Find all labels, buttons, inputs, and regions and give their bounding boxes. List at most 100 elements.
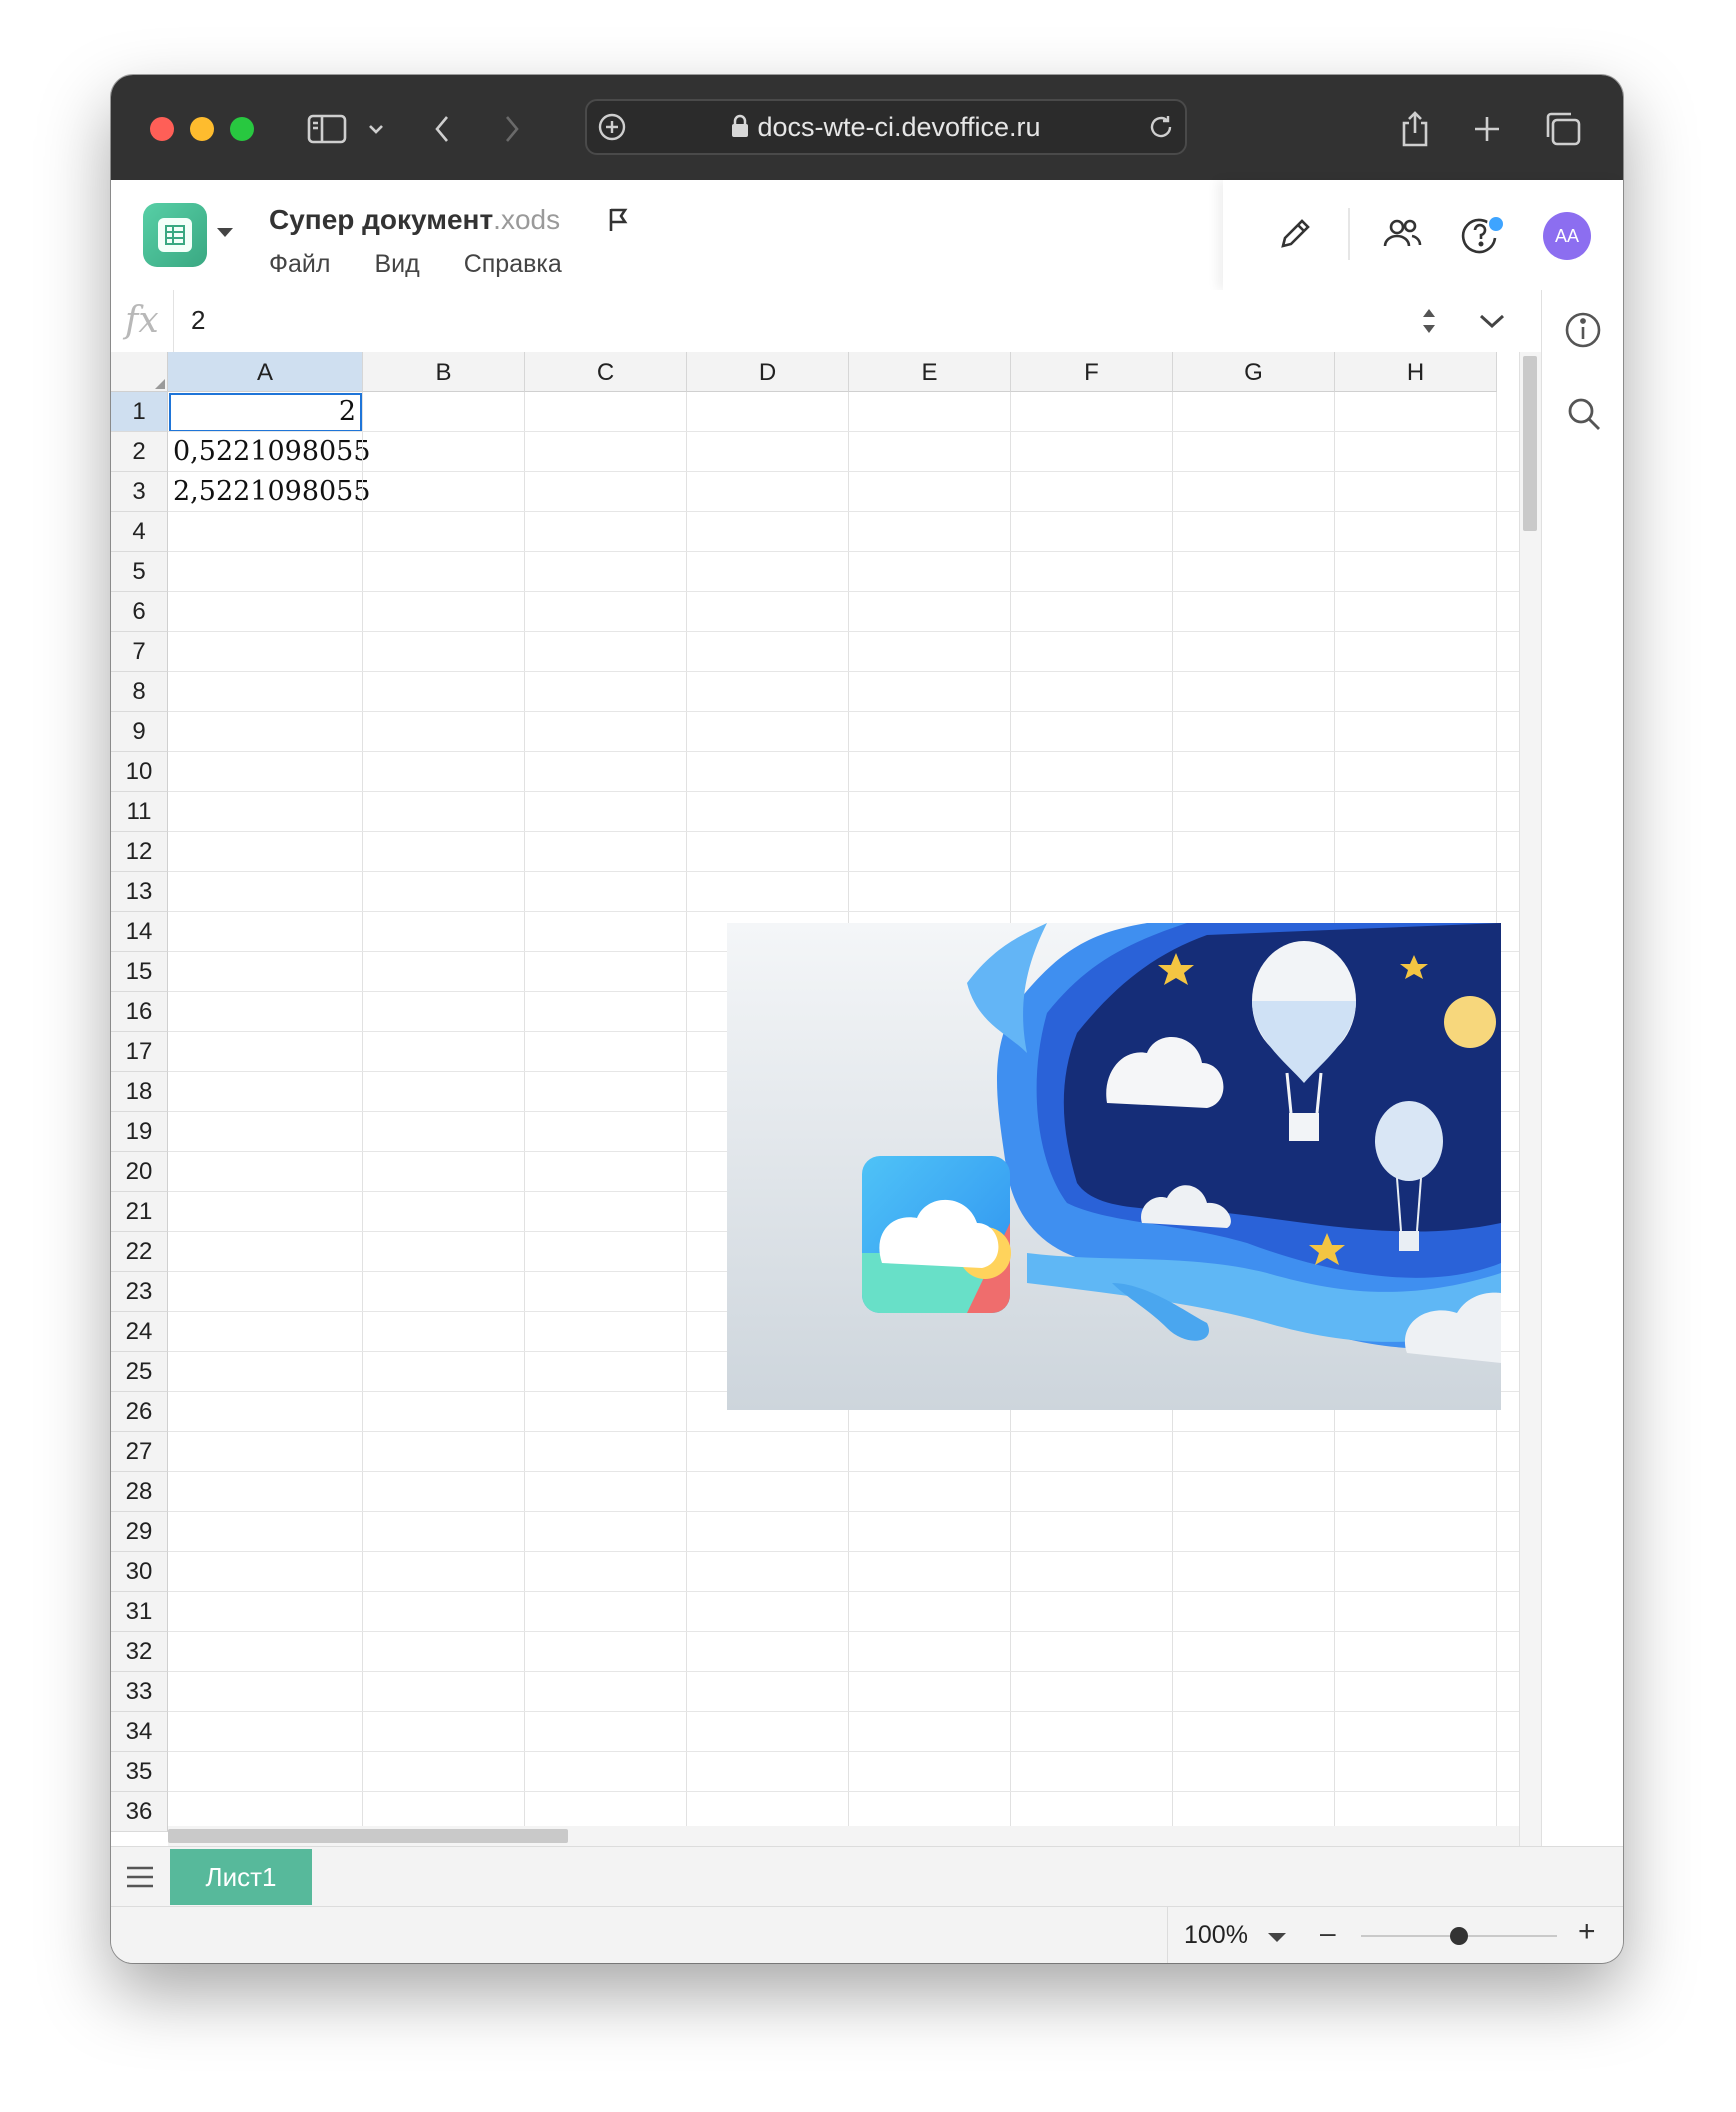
resize-vertical-icon[interactable]: [1421, 307, 1437, 340]
zoom-value[interactable]: 100%: [1184, 1921, 1248, 1950]
row-header-19[interactable]: 19: [111, 1112, 168, 1152]
row-header-3[interactable]: 3: [111, 472, 168, 512]
zoom-slider-knob[interactable]: [1450, 1927, 1468, 1945]
row-header-26[interactable]: 26: [111, 1392, 168, 1432]
forward-icon[interactable]: [499, 109, 525, 149]
row-gridline: [168, 671, 1519, 672]
row-header-11[interactable]: 11: [111, 792, 168, 832]
row-header-4[interactable]: 4: [111, 512, 168, 552]
sheet-list-menu-icon[interactable]: [125, 1863, 155, 1896]
users-icon[interactable]: [1381, 216, 1423, 257]
row-header-32[interactable]: 32: [111, 1632, 168, 1672]
app-logo[interactable]: [143, 203, 207, 267]
reload-icon[interactable]: [1147, 113, 1175, 146]
cell-A1[interactable]: 2: [168, 392, 356, 432]
user-avatar[interactable]: AA: [1543, 212, 1591, 260]
row-header-6[interactable]: 6: [111, 592, 168, 632]
row-gridline: [168, 1751, 1519, 1752]
row-header-1[interactable]: 1: [111, 392, 168, 432]
menu-file[interactable]: Файл: [269, 250, 330, 279]
menu-view[interactable]: Вид: [374, 250, 419, 279]
select-all-corner[interactable]: [111, 352, 168, 392]
search-icon[interactable]: [1564, 394, 1604, 439]
tabs-overview-icon[interactable]: [1543, 109, 1583, 149]
close-window-button[interactable]: [150, 117, 174, 141]
row-header-10[interactable]: 10: [111, 752, 168, 792]
horizontal-scrollbar[interactable]: [168, 1826, 1519, 1846]
sheet-tab-bar: Лист1: [111, 1846, 1623, 1907]
sidebar-toggle-icon[interactable]: [305, 109, 349, 149]
row-header-27[interactable]: 27: [111, 1432, 168, 1472]
menu-help[interactable]: Справка: [464, 250, 562, 279]
horizontal-scroll-thumb[interactable]: [168, 1829, 568, 1843]
row-header-16[interactable]: 16: [111, 992, 168, 1032]
row-header-23[interactable]: 23: [111, 1272, 168, 1312]
row-header-14[interactable]: 14: [111, 912, 168, 952]
row-header-9[interactable]: 9: [111, 712, 168, 752]
app-header: Супер документ.xods Файл Вид Справка AA: [111, 180, 1623, 291]
main-menu: Файл Вид Справка: [269, 250, 562, 279]
url-text: docs-wte-ci.devoffice.ru: [587, 101, 1185, 153]
row-gridline: [168, 1471, 1519, 1472]
embedded-image[interactable]: [727, 923, 1501, 1410]
chevron-down-icon[interactable]: [217, 228, 233, 237]
row-header-30[interactable]: 30: [111, 1552, 168, 1592]
row-header-2[interactable]: 2: [111, 432, 168, 472]
vertical-scrollbar[interactable]: [1519, 352, 1541, 1846]
flag-icon[interactable]: [607, 206, 629, 239]
row-header-22[interactable]: 22: [111, 1232, 168, 1272]
row-header-12[interactable]: 12: [111, 832, 168, 872]
address-bar[interactable]: docs-wte-ci.devoffice.ru: [585, 99, 1187, 155]
document-title[interactable]: Супер документ.xods: [269, 204, 560, 236]
formula-bar: fx 2: [111, 290, 1541, 353]
info-icon[interactable]: [1563, 310, 1603, 355]
row-header-15[interactable]: 15: [111, 952, 168, 992]
column-header-H[interactable]: H: [1335, 352, 1497, 392]
chevron-down-icon[interactable]: [363, 109, 389, 149]
row-header-17[interactable]: 17: [111, 1032, 168, 1072]
corner-triangle-icon: [155, 379, 165, 389]
minimize-window-button[interactable]: [190, 117, 214, 141]
row-header-28[interactable]: 28: [111, 1472, 168, 1512]
row-header-34[interactable]: 34: [111, 1712, 168, 1752]
zoom-window-button[interactable]: [230, 117, 254, 141]
row-header-8[interactable]: 8: [111, 672, 168, 712]
row-header-35[interactable]: 35: [111, 1752, 168, 1792]
column-header-G[interactable]: G: [1173, 352, 1335, 392]
expand-formula-icon[interactable]: [1478, 312, 1506, 335]
share-icon[interactable]: [1397, 109, 1433, 149]
formula-input[interactable]: 2: [191, 305, 205, 336]
vertical-scroll-thumb[interactable]: [1523, 356, 1537, 531]
back-icon[interactable]: [429, 109, 455, 149]
row-header-7[interactable]: 7: [111, 632, 168, 672]
row-header-21[interactable]: 21: [111, 1192, 168, 1232]
cell-A2[interactable]: 0,5221098055: [173, 432, 371, 472]
function-icon[interactable]: fx: [125, 300, 159, 341]
column-header-B[interactable]: B: [363, 352, 525, 392]
row-header-33[interactable]: 33: [111, 1672, 168, 1712]
row-header-25[interactable]: 25: [111, 1352, 168, 1392]
sheet-tab-1[interactable]: Лист1: [170, 1849, 312, 1905]
row-header-29[interactable]: 29: [111, 1512, 168, 1552]
zoom-in-button[interactable]: +: [1578, 1915, 1596, 1949]
column-header-C[interactable]: C: [525, 352, 687, 392]
column-header-E[interactable]: E: [849, 352, 1011, 392]
column-header-D[interactable]: D: [687, 352, 849, 392]
row-header-5[interactable]: 5: [111, 552, 168, 592]
zoom-out-button[interactable]: –: [1320, 1917, 1336, 1949]
row-header-20[interactable]: 20: [111, 1152, 168, 1192]
row-gridline: [168, 711, 1519, 712]
new-tab-icon[interactable]: [1471, 109, 1503, 149]
row-header-18[interactable]: 18: [111, 1072, 168, 1112]
cell-A3[interactable]: 2,5221098055: [173, 472, 371, 512]
column-header-A[interactable]: A: [168, 352, 363, 392]
zoom-controls: 100% – +: [1167, 1907, 1623, 1963]
row-header-31[interactable]: 31: [111, 1592, 168, 1632]
row-header-24[interactable]: 24: [111, 1312, 168, 1352]
edit-pencil-icon[interactable]: [1275, 214, 1315, 259]
zoom-dropdown-icon[interactable]: [1268, 1933, 1286, 1942]
row-header-13[interactable]: 13: [111, 872, 168, 912]
row-gridline: [168, 1791, 1519, 1792]
column-header-F[interactable]: F: [1011, 352, 1173, 392]
row-header-36[interactable]: 36: [111, 1792, 168, 1832]
